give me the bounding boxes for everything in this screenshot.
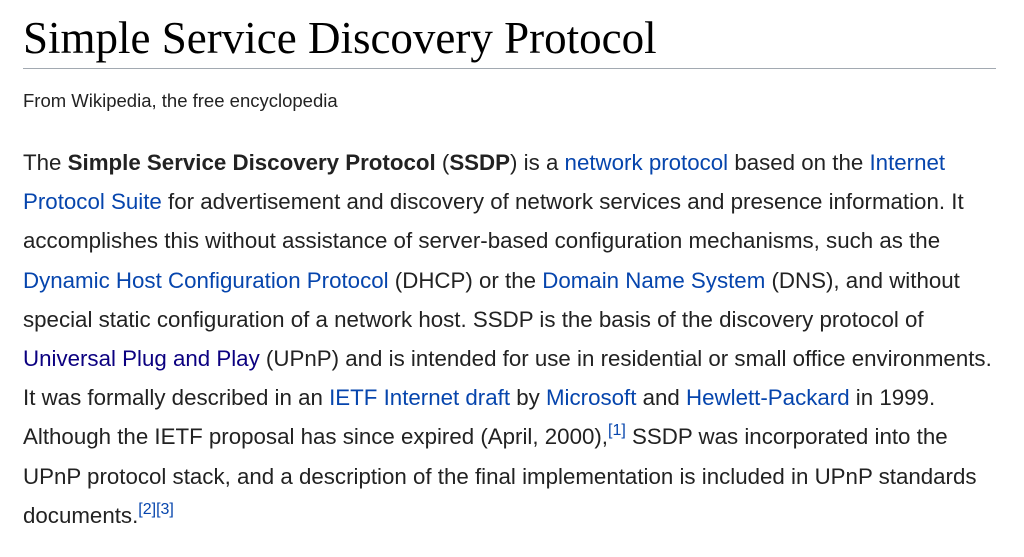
link-dns[interactable]: Domain Name System — [542, 268, 765, 293]
paragraph-text: and — [636, 385, 687, 411]
citation-link-3[interactable]: [3] — [156, 501, 174, 518]
link-upnp[interactable]: Universal Plug and Play — [23, 346, 260, 371]
paragraph-text: ( — [435, 150, 450, 175]
link-hewlett-packard[interactable]: Hewlett-Packard — [686, 385, 850, 410]
paragraph-text: The — [23, 150, 68, 175]
citation-link-1[interactable]: [1] — [608, 422, 626, 439]
bold-term-abbr: SSDP — [449, 150, 511, 175]
site-tagline: From Wikipedia, the free encyclopedia — [23, 90, 338, 111]
paragraph-text: based on the — [728, 150, 870, 175]
bold-term-name: Simple Service Discovery Protocol — [67, 150, 436, 175]
citation-ref-1: [1] — [608, 422, 626, 439]
paragraph-text: for advertisement and discovery of netwo… — [23, 189, 964, 254]
paragraph-text: ) is a — [510, 150, 565, 175]
lead-paragraph: The Simple Service Discovery Protocol (S… — [23, 143, 996, 535]
link-microsoft[interactable]: Microsoft — [546, 385, 636, 410]
paragraph-text: by — [510, 385, 546, 411]
citation-ref-3: [3] — [156, 501, 174, 518]
link-ietf-internet-draft[interactable]: IETF Internet draft — [329, 385, 510, 410]
page-title: Simple Service Discovery Protocol — [23, 0, 996, 69]
article-content: Simple Service Discovery Protocol From W… — [23, 0, 996, 557]
citation-link-2[interactable]: [2] — [138, 501, 156, 518]
link-network-protocol[interactable]: network protocol — [565, 150, 729, 175]
citation-ref-2: [2] — [138, 501, 156, 518]
paragraph-text: (DHCP) or the — [388, 267, 543, 293]
link-dhcp[interactable]: Dynamic Host Configuration Protocol — [23, 268, 389, 293]
